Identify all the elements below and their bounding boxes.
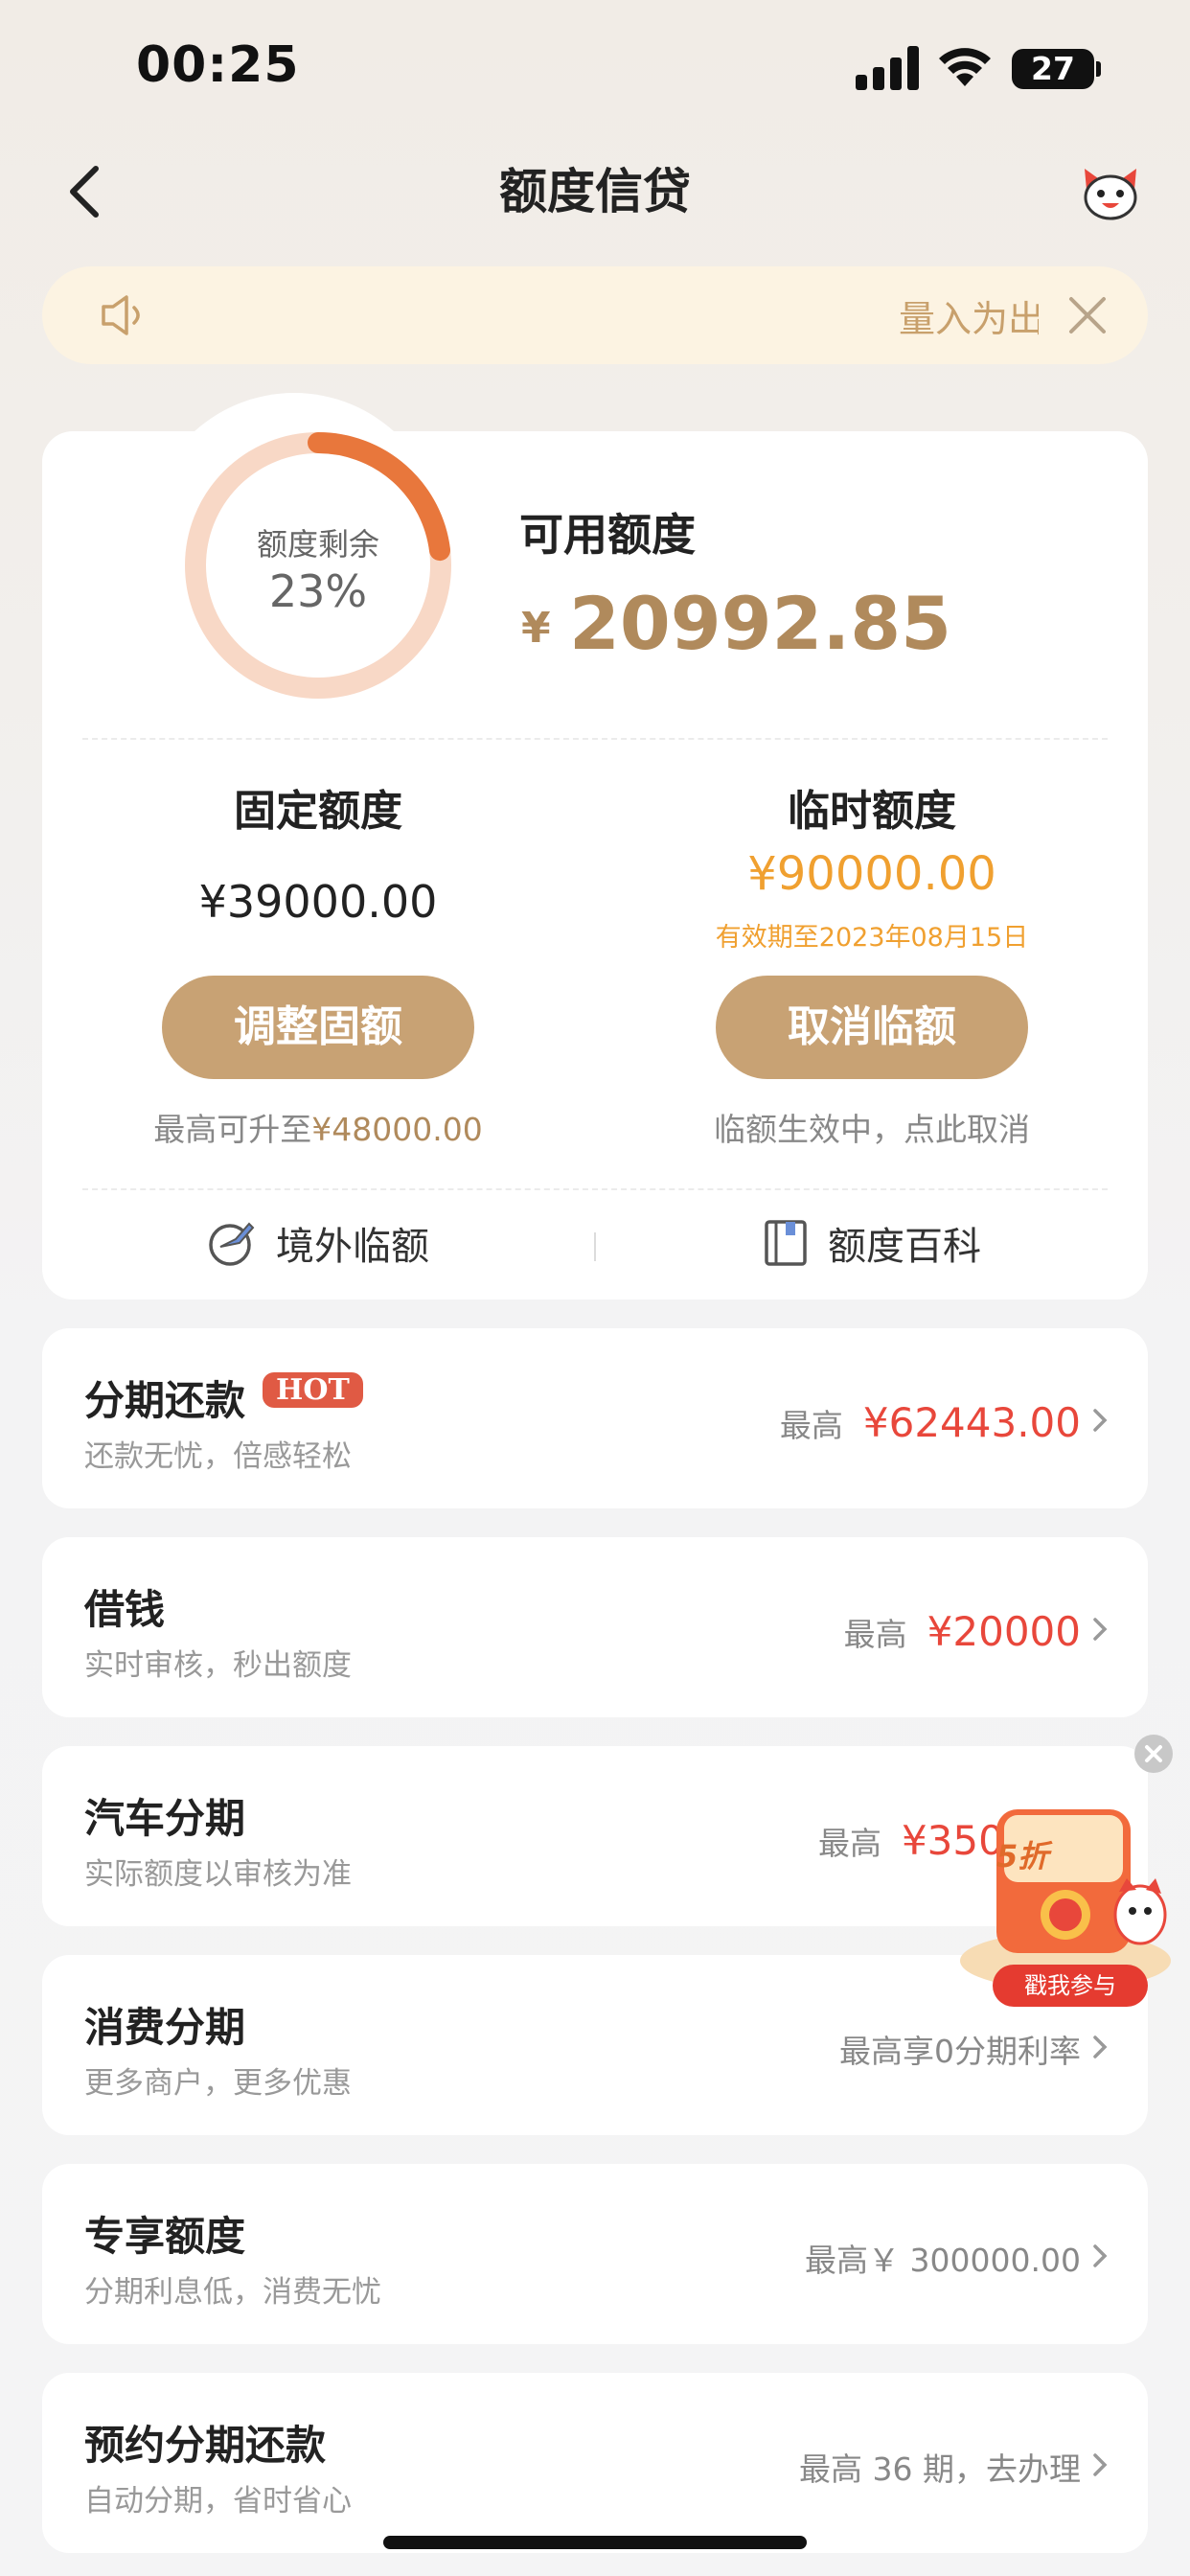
row-max-value: ¥20000 [927,1608,1081,1655]
promo-badge: 5折 [996,1838,1049,1874]
row-max-amount: 最高 ¥20000 [844,1608,1081,1655]
temporary-credit-amount: ¥90000.00 [747,847,996,901]
row-title: 预约分期还款 [84,2422,327,2469]
notice-text: 量入为出 [899,298,1039,340]
ring-percent: 23% [268,565,368,617]
row-title: 分期还款 [84,1377,246,1424]
row-subtitle: 实时审核，秒出额度 [84,1648,352,1683]
wifi-icon [939,48,991,86]
available-credit-label: 可用额度 [519,509,696,561]
ring-label: 额度剩余 [256,526,379,563]
row-title: 消费分期 [84,2004,246,2051]
overseas-temp-credit-label: 境外临额 [276,1225,429,1269]
installment-repayment-row[interactable]: 分期还款 HOT 还款无忧，倍感轻松 最高 ¥62443.00 [42,1328,1148,1508]
fixed-credit-note: 最高可升至¥48000.00 [79,1104,558,1150]
status-time: 00:25 [136,36,300,94]
close-icon [1145,1745,1162,1762]
row-title: 汽车分期 [84,1795,246,1842]
chevron-right-icon [1093,2244,1108,2267]
promo-join-button[interactable]: 戳我参与 [993,1965,1148,2007]
temporary-credit-title: 临时额度 [788,787,956,836]
fixed-note-prefix: 最高可升至 [153,1111,312,1148]
available-credit-amount: 20992.85 [569,581,952,666]
overseas-temp-credit-link[interactable]: 境外临额 [207,1215,429,1271]
cellular-signal-icon [856,46,919,90]
speaker-icon [102,295,140,335]
row-max-prefix: 最高 [779,1407,843,1444]
exclusive-credit-row[interactable]: 专享额度 分期利息低，消费无忧 最高￥ 300000.00 [42,2164,1148,2344]
battery-tip [1096,61,1101,77]
cancel-temporary-credit-button[interactable]: 取消临额 [716,976,1028,1079]
promo-widget[interactable]: 5折 戳我参与 [958,1800,1182,2012]
book-icon [765,1220,807,1266]
close-icon[interactable] [1067,295,1108,335]
chevron-right-icon [1093,1409,1108,1432]
row-title: 专享额度 [84,2213,246,2260]
fixed-credit-title: 固定额度 [234,787,402,836]
chevron-right-icon [1093,1618,1108,1641]
fixed-note-amount: ¥48000.00 [311,1111,483,1148]
globe-plane-icon [209,1222,255,1266]
chevron-right-icon [1093,2453,1108,2476]
credit-encyclopedia-link[interactable]: 额度百科 [763,1215,981,1271]
divider [82,1188,1108,1190]
mascot-service-icon[interactable] [1077,161,1144,224]
battery-indicator: 27 [1012,49,1094,89]
row-max-value: ¥62443.00 [862,1399,1081,1446]
temporary-credit-validity: 有效期至2023年08月15日 [715,923,1029,953]
chevron-right-icon [1093,2036,1108,2058]
divider [82,738,1108,740]
temporary-credit-note[interactable]: 临额生效中，点此取消 [632,1104,1111,1150]
row-right-text: 最高￥ 300000.00 [805,2242,1081,2279]
page-title: 额度信贷 [499,164,691,219]
notice-bar[interactable]: 量入为出 [42,266,1148,364]
row-subtitle: 分期利息低，消费无忧 [84,2275,381,2310]
row-subtitle: 更多商户，更多优惠 [84,2066,352,2101]
available-currency: ¥ [521,604,551,653]
row-right-text: 最高 36 期，去办理 [799,2450,1081,2488]
row-max-amount: 最高 ¥62443.00 [780,1399,1081,1446]
home-indicator [383,2536,807,2549]
link-divider [594,1232,596,1261]
row-title: 借钱 [84,1586,166,1633]
row-max-prefix: 最高 [817,1825,881,1862]
promo-close-button[interactable] [1134,1735,1173,1773]
row-right-text: 最高享0分期利率 [839,2033,1081,2070]
credit-encyclopedia-label: 额度百科 [828,1225,981,1269]
scheduled-installment-row[interactable]: 预约分期还款 自动分期，省时省心 最高 36 期，去办理 [42,2373,1148,2553]
hot-badge: HOT [263,1372,363,1408]
fixed-credit-amount: ¥39000.00 [198,876,438,928]
row-subtitle: 还款无忧，倍感轻松 [84,1439,352,1474]
row-subtitle: 实际额度以审核为准 [84,1857,352,1892]
row-max-prefix: 最高 [843,1616,907,1653]
adjust-fixed-credit-button[interactable]: 调整固额 [162,976,474,1079]
borrow-money-row[interactable]: 借钱 实时审核，秒出额度 最高 ¥20000 [42,1537,1148,1717]
row-subtitle: 自动分期，省时省心 [84,2484,352,2518]
